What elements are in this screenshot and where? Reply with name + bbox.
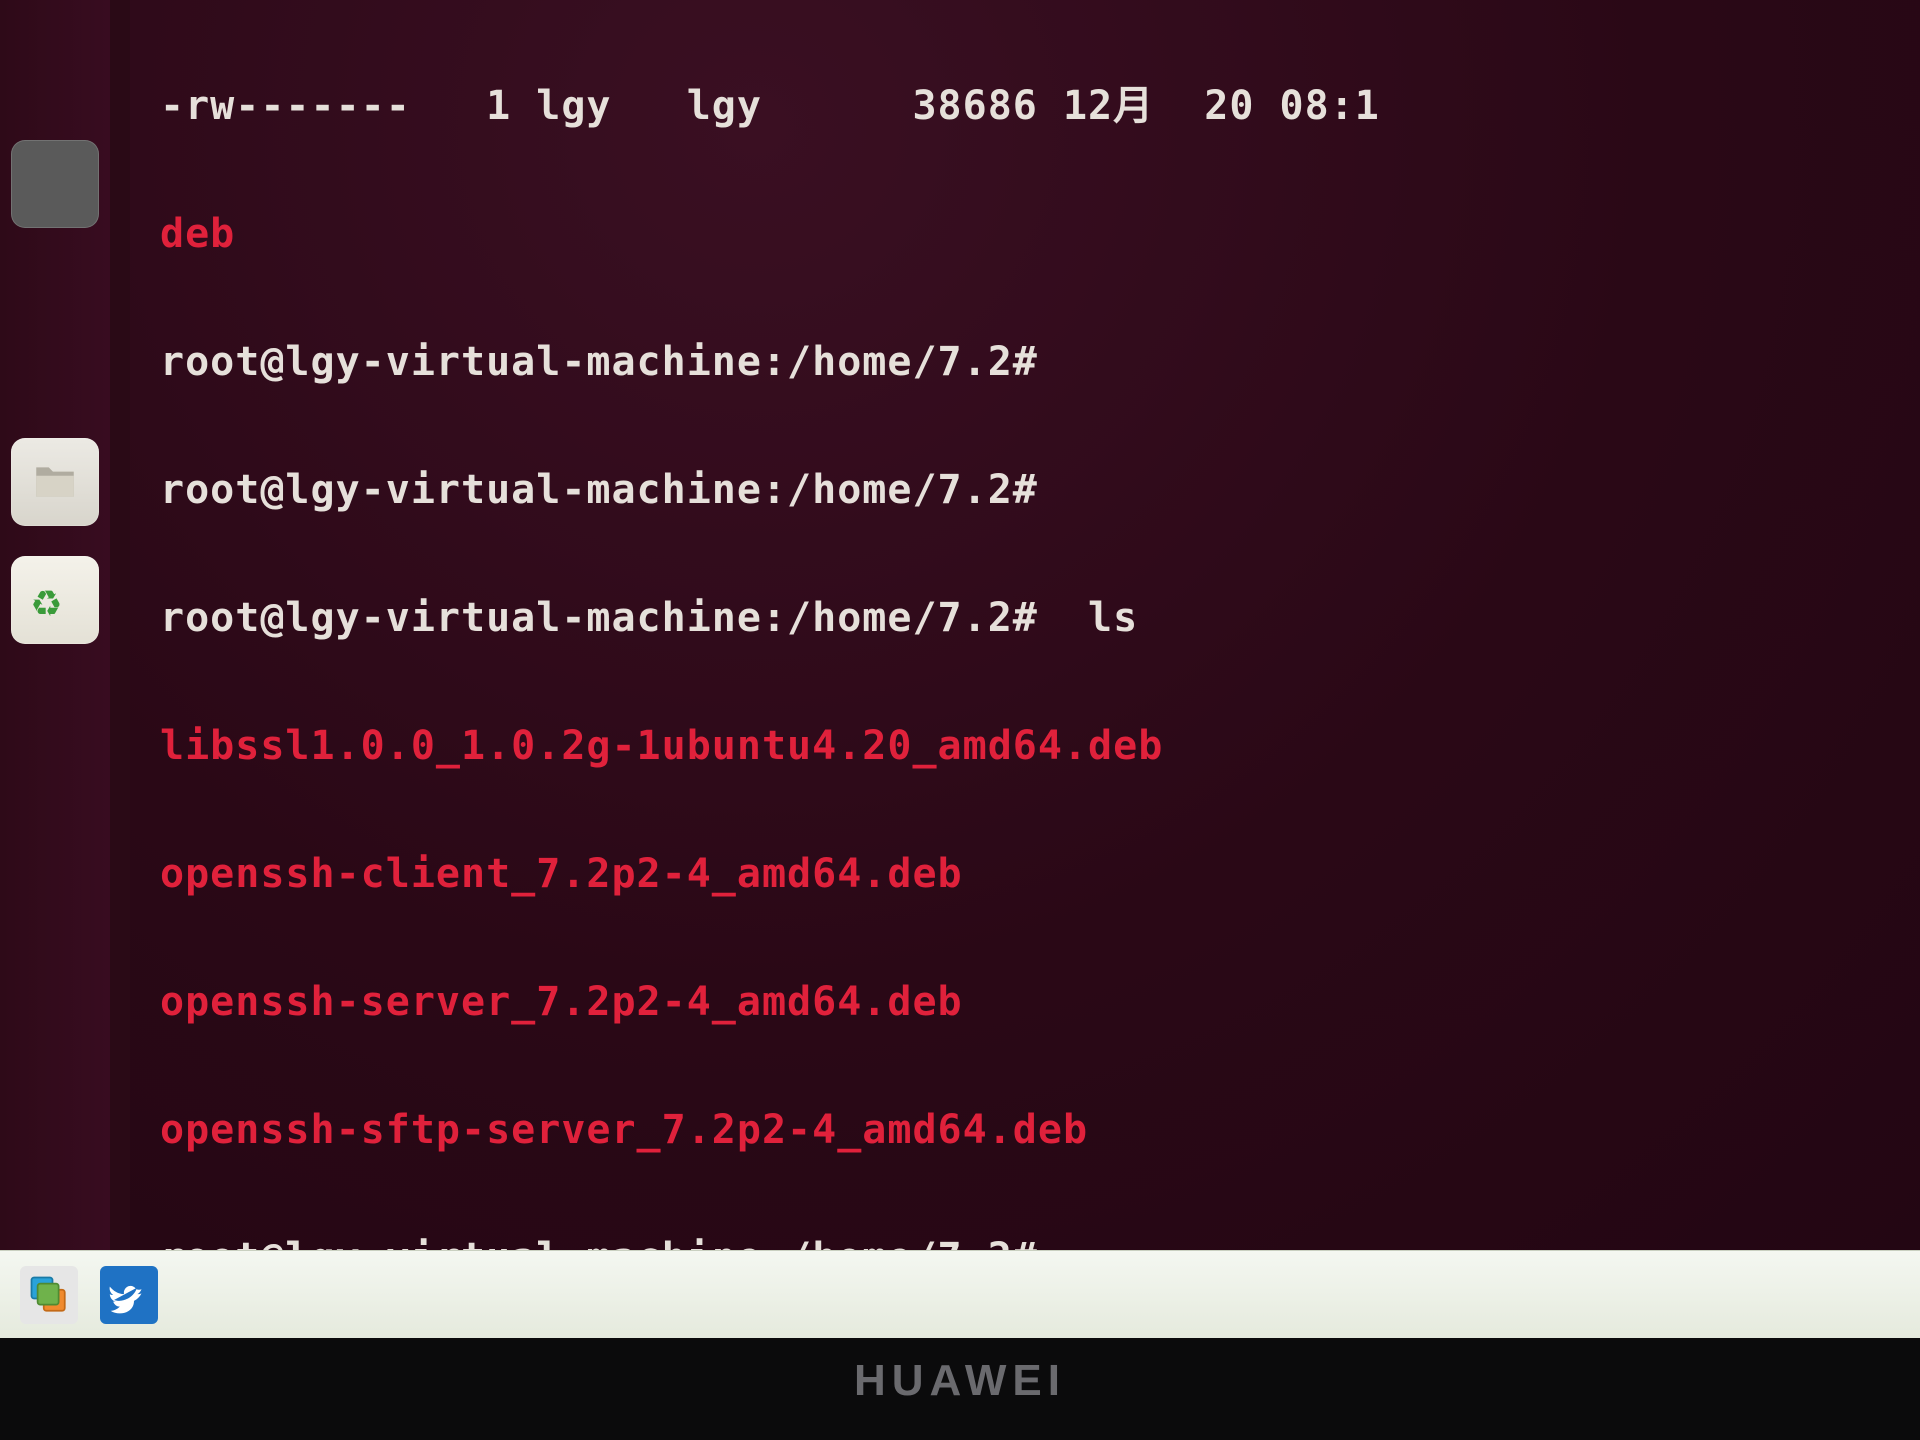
file-listing: openssh-sftp-server_7.2p2-4_amd64.deb — [160, 1098, 1910, 1162]
folder-icon — [30, 457, 80, 507]
file-listing: openssh-client_7.2p2-4_amd64.deb — [160, 842, 1910, 906]
prompt-ls-line: root@lgy-virtual-machine:/home/7.2# ls — [160, 586, 1910, 650]
launcher-item-generic[interactable] — [11, 140, 99, 228]
brand-label: HUAWEI — [854, 1356, 1066, 1406]
recycle-icon — [32, 577, 78, 623]
thunderbird-icon[interactable] — [100, 1266, 158, 1324]
prompt-line: root@lgy-virtual-machine:/home/7.2# — [160, 330, 1910, 394]
files-icon[interactable] — [11, 438, 99, 526]
vmware-workstation-icon[interactable] — [20, 1266, 78, 1324]
ls-long-line: -rw------- 1 lgy lgy 38686 12月 20 08:1 — [160, 74, 1910, 138]
host-taskbar — [0, 1250, 1920, 1338]
trash-icon[interactable] — [11, 556, 99, 644]
deb-continuation: deb — [160, 202, 1910, 266]
ls-command: ls — [1088, 595, 1138, 641]
apps-grid-icon[interactable] — [20, 1034, 90, 1104]
launcher-bar — [0, 0, 110, 1250]
terminal-window[interactable]: -rw------- 1 lgy lgy 38686 12月 20 08:1 d… — [130, 0, 1920, 1250]
monitor-bezel: HUAWEI — [0, 1338, 1920, 1440]
prompt-line: root@lgy-virtual-machine:/home/7.2# — [160, 458, 1910, 522]
file-listing: openssh-server_7.2p2-4_amd64.deb — [160, 970, 1910, 1034]
bird-icon — [109, 1275, 149, 1315]
vm-boxes-icon — [28, 1274, 70, 1316]
file-listing: libssl1.0.0_1.0.2g-1ubuntu4.20_amd64.deb — [160, 714, 1910, 778]
